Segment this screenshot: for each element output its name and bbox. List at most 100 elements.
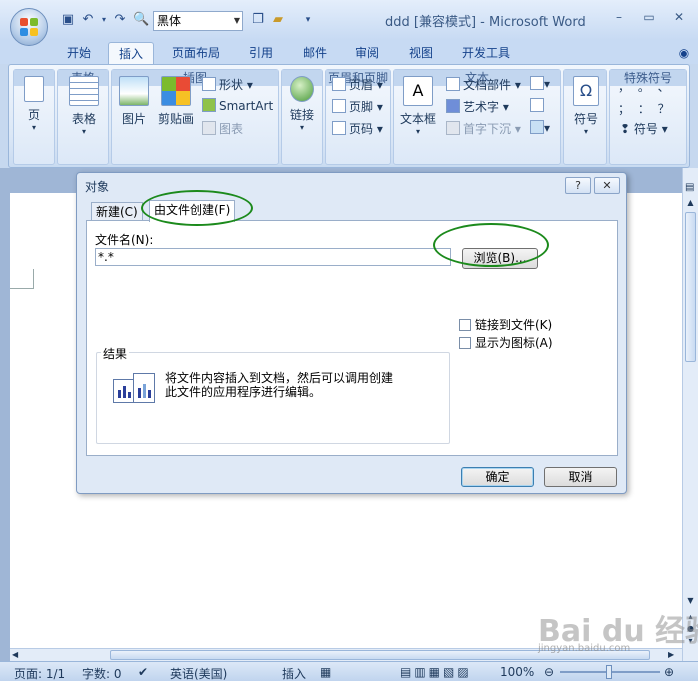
clipart-button[interactable]: 剪贴画 [156,76,196,127]
undo-dropdown-icon[interactable]: ▾ [96,12,112,28]
group-special-symbols: ， 。 、 ； ： ？ ❢ 符号 ▾ 特殊符号 [609,69,687,165]
vertical-scrollbar[interactable]: ▤ ▲ ▼ ▴ ● ▾ [682,168,698,661]
footer-label: 页脚 [349,100,374,114]
quickparts-button[interactable]: 文档部件 ▾ [446,76,521,93]
proofing-icon[interactable]: ✔ [138,665,148,679]
margin-mark [10,269,34,289]
redo-icon[interactable]: ↷ [112,12,128,28]
zoom-in-icon[interactable]: ⊕ [664,665,674,679]
dropcap-label: 首字下沉 [463,122,512,136]
view-buttons[interactable]: ▤▥▦▧▨ [400,665,472,679]
dialog-close-button[interactable]: ✕ [594,177,620,194]
header-label: 页眉 [349,78,374,92]
shapes-label: 形状 [219,78,244,92]
minimize-button[interactable]: – [606,8,632,26]
save-icon[interactable]: ▣ [60,12,76,28]
picture-label: 图片 [121,112,146,126]
object-dialog: 对象 ? ✕ 新建(C) 由文件创建(F) 文件名(N): *.* 浏览(B).… [76,172,627,494]
dialog-help-button[interactable]: ? [565,177,591,194]
status-language[interactable]: 英语(美国) [170,665,227,681]
status-words[interactable]: 字数: 0 [82,665,122,681]
smartart-label: SmartArt [219,99,274,113]
status-zoom[interactable]: 100% [500,665,534,679]
window-title: ddd [兼容模式] - Microsoft Word [385,15,586,30]
ruler-toggle-icon[interactable]: ▤ [685,182,696,194]
signature-line-button[interactable]: ▾ [530,76,550,91]
date-time-button[interactable] [530,98,544,113]
tab-review[interactable]: 审阅 [346,42,388,64]
macro-record-icon[interactable]: ▦ [320,665,331,679]
wordart-button[interactable]: 艺术字 ▾ [446,98,509,115]
omega-icon: Ω [573,76,599,106]
result-fieldset: 结果 将文件内容插入到文档，然后可以调用创建 此文件的应用程序进行编辑。 [96,345,450,444]
textbox-button[interactable]: A 文本框 ▾ [398,76,438,136]
shapes-button[interactable]: 形状 ▾ [202,76,253,93]
link-to-file-checkbox[interactable]: 链接到文件(K) [459,316,552,333]
dropcap-button: 首字下沉 ▾ [446,120,521,137]
tab-create-new[interactable]: 新建(C) [91,202,143,222]
picture-button[interactable]: 图片 [116,76,152,127]
ok-button[interactable]: 确定 [461,467,534,487]
object-button[interactable]: ▾ [530,120,550,135]
office-button[interactable] [10,8,48,46]
page-number-button[interactable]: 页码 ▾ [332,120,383,137]
maximize-button[interactable]: ▭ [636,8,662,26]
file-name-input[interactable]: *.* [95,248,451,266]
zoom-slider-thumb[interactable] [606,665,612,679]
customize-arrow-icon[interactable]: ▾ [300,12,316,28]
table-button[interactable]: 表格 ▾ [64,76,104,136]
dialog-title: 对象 [85,180,110,194]
result-title: 结果 [101,345,130,362]
tab-insert[interactable]: 插入 [108,42,154,64]
footer-icon [332,99,346,113]
folder-icon[interactable]: ▰ [270,12,286,28]
links-dropdown-icon: ▾ [299,123,304,132]
print-preview-icon[interactable]: 🔍 [133,12,149,28]
scroll-thumb[interactable] [685,212,696,362]
special-symbol-button[interactable]: ❢ 符号 ▾ [620,120,668,137]
help-icon[interactable]: ◉ [676,42,692,64]
link-to-file-box[interactable] [459,319,471,331]
symbol-button[interactable]: Ω 符号 ▾ [568,76,604,136]
pages-button[interactable]: 页 ▾ [18,76,50,132]
font-dropdown-icon[interactable]: ▼ [234,12,240,30]
font-name-box[interactable]: 黑体 ▼ [153,11,243,31]
tab-home[interactable]: 开始 [58,42,100,64]
zoom-out-icon[interactable]: ⊖ [544,665,554,679]
header-button[interactable]: 页眉 ▾ [332,76,383,93]
highlight-ring-browse [433,223,549,267]
scroll-down-icon[interactable]: ▼ [685,596,696,605]
footer-button[interactable]: 页脚 ▾ [332,98,383,115]
page-number-icon [332,121,346,135]
pages-label: 页 [27,108,40,122]
undo-icon[interactable]: ↶ [80,12,96,28]
scroll-up-icon[interactable]: ▲ [685,198,696,207]
special-row-2[interactable]: ； ： ？ [618,100,672,117]
ribbon: 页 ▾ 表格 ▾ 表格 图片 剪贴画 形状 ▾ SmartArt 图表 插图 链… [8,64,690,168]
show-as-icon-checkbox[interactable]: 显示为图标(A) [459,334,553,351]
table-label: 表格 [71,112,96,126]
picture-icon [119,76,149,106]
close-window-button[interactable]: ✕ [666,8,692,26]
status-mode[interactable]: 插入 [282,665,306,681]
status-page[interactable]: 页面: 1/1 [14,665,65,681]
status-bar: 页面: 1/1 字数: 0 ✔ 英语(美国) 插入 ▦ ▤▥▦▧▨ 100% ⊖… [0,661,698,681]
group-links: 链接 ▾ [281,69,323,165]
links-button[interactable]: 链接 ▾ [284,76,320,132]
copy-icon[interactable]: ❐ [250,12,266,28]
wordart-icon [446,99,460,113]
show-as-icon-box[interactable] [459,337,471,349]
special-row-1[interactable]: ， 。 、 [618,78,672,95]
tab-view[interactable]: 视图 [398,42,444,64]
tab-page-layout[interactable]: 页面布局 [164,42,228,64]
cancel-button[interactable]: 取消 [544,467,617,487]
tab-references[interactable]: 引用 [240,42,282,64]
result-text-line-2: 此文件的应用程序进行编辑。 [165,385,322,399]
tab-mailings[interactable]: 邮件 [292,42,338,64]
smartart-button[interactable]: SmartArt [202,98,273,113]
scroll-right-icon[interactable]: ▶ [668,650,674,659]
tab-developer[interactable]: 开发工具 [454,42,518,64]
scroll-left-icon[interactable]: ◀ [12,650,18,659]
globe-link-icon [290,76,314,102]
page-number-label: 页码 [349,122,374,136]
